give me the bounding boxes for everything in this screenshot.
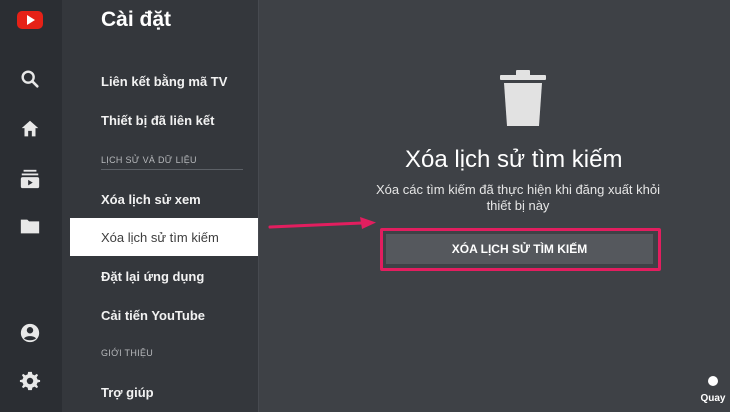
- annotation-highlight-box: [380, 228, 661, 271]
- subscriptions-icon[interactable]: [19, 168, 41, 190]
- home-icon[interactable]: [19, 118, 41, 140]
- menu-item-label: Xóa lịch sử tìm kiếm: [101, 230, 219, 245]
- menu-item-improve-youtube[interactable]: Cải tiến YouTube: [101, 308, 205, 323]
- page-description: Xóa các tìm kiếm đã thực hiện khi đăng x…: [375, 182, 661, 213]
- search-icon[interactable]: [19, 68, 41, 90]
- back-label: Quay: [700, 393, 726, 404]
- section-label-history-data: LỊCH SỬ VÀ DỮ LIỆU: [101, 155, 197, 165]
- annotation-arrow-icon: [268, 214, 378, 234]
- page-title: Xóa lịch sử tìm kiếm: [405, 146, 623, 173]
- library-folder-icon[interactable]: [19, 215, 41, 237]
- youtube-logo-icon[interactable]: [17, 11, 43, 29]
- nav-rail: [0, 0, 62, 412]
- menu-item-help[interactable]: Trợ giúp: [101, 385, 154, 400]
- section-label-about: GIỚI THIỆU: [101, 348, 154, 358]
- back-button-icon: [708, 376, 718, 386]
- trash-icon: [497, 70, 549, 128]
- settings-title: Cài đặt: [101, 8, 172, 31]
- menu-item-reset-app[interactable]: Đặt lại ứng dụng: [101, 269, 204, 284]
- account-icon[interactable]: [19, 322, 41, 344]
- menu-item-linked-devices[interactable]: Thiết bị đã liên kết: [101, 113, 214, 128]
- menu-item-clear-search-history[interactable]: Xóa lịch sử tìm kiếm: [70, 218, 258, 256]
- menu-item-clear-watch-history[interactable]: Xóa lịch sử xem: [101, 192, 201, 207]
- back-hint[interactable]: Quay: [698, 376, 728, 406]
- settings-gear-icon[interactable]: [19, 370, 41, 392]
- section-divider: [101, 169, 243, 170]
- menu-item-link-tv-code[interactable]: Liên kết bằng mã TV: [101, 74, 227, 89]
